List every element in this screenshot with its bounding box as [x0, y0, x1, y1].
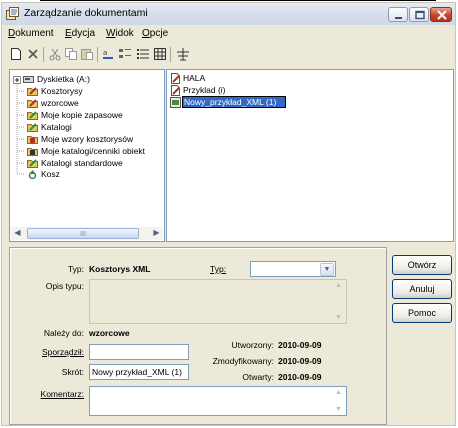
- minimize-icon: [395, 17, 402, 19]
- folder-pencil-icon: [27, 111, 38, 120]
- document-manager-window: Zarządzanie dokumentami Dokument Edycja …: [1, 2, 456, 426]
- tree-horizontal-scrollbar[interactable]: ◀ III ▶: [11, 227, 163, 240]
- menu-bar: Dokument Edycja Widok Opcje: [2, 26, 455, 42]
- properties-icon[interactable]: [176, 47, 190, 61]
- folder-book-dark-icon: [27, 148, 38, 156]
- modified-value: 2010-09-09: [278, 356, 322, 366]
- recycle-icon: [28, 170, 37, 179]
- type-combo-label: Typ:: [210, 264, 227, 274]
- comment-label: Komentarz:: [40, 389, 84, 399]
- open-button[interactable]: Otwórz: [392, 255, 452, 275]
- belongs-value: wzorcowe: [89, 328, 130, 338]
- toolbar-separator: [170, 47, 171, 62]
- menu-dokument[interactable]: Dokument: [8, 28, 54, 39]
- menu-widok[interactable]: Widok: [106, 28, 134, 39]
- details-view-icon[interactable]: [153, 47, 167, 61]
- folder-pencil-icon: [27, 99, 38, 108]
- new-document-icon[interactable]: [9, 47, 23, 61]
- toolbar-separator: [43, 47, 44, 62]
- folder-pencil-icon: [27, 123, 38, 132]
- cut-icon[interactable]: [48, 47, 62, 61]
- scroll-left-button[interactable]: ◀: [11, 227, 24, 240]
- created-label: Utworzony:: [231, 340, 274, 350]
- rename-input[interactable]: [182, 96, 286, 108]
- maximize-icon: [415, 10, 425, 20]
- title-bar[interactable]: Zarządzanie dokumentami: [2, 3, 455, 25]
- folder-tree[interactable]: Dyskietka (A:) Kosztorysy wzorcowe Moje …: [9, 69, 165, 242]
- kosztorys-icon: [171, 85, 180, 96]
- minimize-button[interactable]: [388, 7, 408, 22]
- file-list[interactable]: HALA Przyklad (i): [166, 69, 454, 242]
- modified-label: Zmodyfikowany:: [212, 356, 274, 366]
- svg-text:a: a: [103, 49, 107, 57]
- opened-label: Otwarty:: [242, 372, 274, 382]
- folder-pencil-icon: [27, 159, 38, 168]
- prepared-label: Sporządził:: [41, 347, 84, 357]
- type-value: Kosztorys XML: [89, 264, 151, 274]
- copy-icon[interactable]: [64, 47, 78, 61]
- created-value: 2010-09-09: [278, 340, 322, 350]
- xml-doc-icon: [170, 97, 181, 108]
- cancel-button[interactable]: Anuluj: [392, 279, 452, 299]
- folder-pencil-icon: [27, 87, 38, 96]
- description-field: ▲ ▼: [89, 279, 347, 324]
- type-label: Typ:: [67, 264, 84, 274]
- list-view-icon[interactable]: [136, 47, 150, 61]
- close-icon: [437, 10, 447, 20]
- menu-opcje[interactable]: Opcje: [142, 28, 168, 39]
- short-input[interactable]: [89, 364, 189, 380]
- opened-value: 2010-09-09: [278, 372, 322, 382]
- folder-book-icon: [27, 136, 38, 144]
- scroll-thumb[interactable]: III: [27, 228, 139, 239]
- close-button[interactable]: [430, 7, 452, 22]
- scroll-right-button[interactable]: ▶: [150, 227, 163, 240]
- comment-field[interactable]: ▲ ▼: [89, 386, 347, 416]
- prepared-input[interactable]: [89, 344, 189, 360]
- floppy-icon: [23, 76, 34, 83]
- chevron-down-icon[interactable]: ▼: [320, 263, 334, 276]
- small-icons-view-icon[interactable]: [118, 47, 132, 61]
- documents-app-icon: [6, 7, 19, 20]
- maximize-button[interactable]: [409, 7, 429, 22]
- paste-icon[interactable]: [80, 47, 94, 61]
- document-details-panel: Typ: Kosztorys XML Typ: ▼ Opis typu: ▲ ▼ …: [9, 247, 387, 425]
- description-label: Opis typu:: [45, 281, 84, 291]
- comment-scrollbar: ▲ ▼: [335, 389, 342, 413]
- toolbar: a: [2, 43, 455, 67]
- delete-icon[interactable]: [26, 47, 40, 61]
- type-combo[interactable]: ▼: [250, 261, 336, 277]
- large-icons-view-icon[interactable]: a: [102, 47, 116, 61]
- help-button[interactable]: Pomoc: [392, 303, 452, 323]
- description-scrollbar: ▲ ▼: [335, 282, 342, 321]
- menu-edycja[interactable]: Edycja: [65, 28, 95, 39]
- scroll-grip: III: [80, 231, 86, 238]
- window-title: Zarządzanie dokumentami: [24, 7, 148, 19]
- short-label: Skrót:: [61, 367, 84, 377]
- belongs-label: Należy do:: [43, 328, 84, 338]
- toolbar-separator: [97, 47, 98, 62]
- kosztorys-icon: [171, 73, 180, 84]
